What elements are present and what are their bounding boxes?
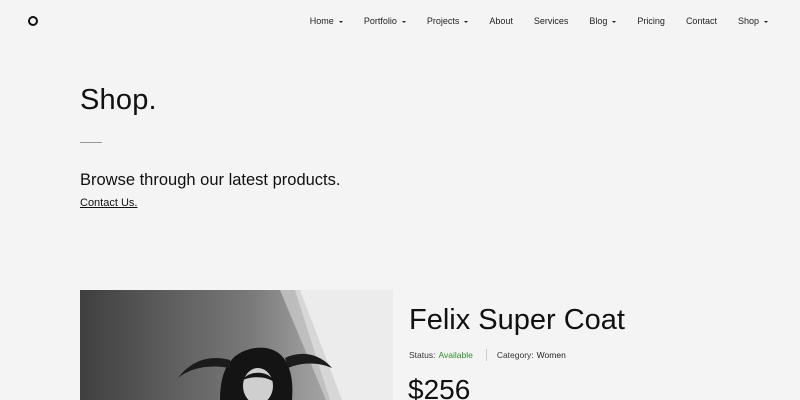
nav-item-blog[interactable]: Blog (579, 15, 627, 27)
main-nav: Home Portfolio Projects About Services B… (299, 15, 768, 27)
product-meta: Status: Available Category: Women (409, 349, 566, 361)
circle-logo-icon[interactable] (28, 16, 38, 26)
nav-item-contact[interactable]: Contact (675, 15, 727, 27)
nav-item-services[interactable]: Services (523, 15, 579, 27)
product-photo-graphic (80, 290, 393, 400)
caret-down-icon (612, 20, 617, 23)
nav-item-label: Blog (589, 16, 608, 26)
category-link[interactable]: Women (537, 350, 566, 360)
nav-item-label: Shop (737, 16, 759, 26)
nav-item-home[interactable]: Home (299, 15, 353, 27)
title-divider (80, 142, 102, 143)
nav-item-label: Services (533, 16, 569, 26)
contact-us-link[interactable]: Contact Us. (80, 197, 137, 209)
nav-item-label: Contact (685, 16, 717, 26)
caret-down-icon (338, 20, 343, 23)
nav-item-label: About (489, 16, 513, 26)
nav-item-label: Pricing (637, 16, 665, 26)
product-price: $256 (408, 374, 471, 400)
page-subtitle: Browse through our latest products. (80, 171, 341, 189)
caret-down-icon (464, 20, 469, 23)
nav-item-pricing[interactable]: Pricing (627, 15, 676, 27)
status-badge: Available (438, 350, 473, 360)
nav-item-projects[interactable]: Projects (416, 15, 479, 27)
category-label: Category: (496, 350, 534, 360)
caret-down-icon (401, 20, 406, 23)
nav-item-about[interactable]: About (479, 15, 524, 27)
nav-item-portfolio[interactable]: Portfolio (353, 15, 416, 27)
nav-item-label: Portfolio (363, 16, 397, 26)
product-image[interactable] (80, 290, 393, 400)
caret-down-icon (764, 20, 768, 23)
nav-item-label: Projects (426, 16, 460, 26)
nav-item-shop[interactable]: Shop (727, 15, 768, 27)
nav-item-label: Home (309, 16, 334, 26)
page: Home Portfolio Projects About Services B… (0, 0, 800, 400)
meta-divider (485, 349, 487, 361)
page-title: Shop. (80, 84, 157, 116)
product-title[interactable]: Felix Super Coat (409, 304, 625, 337)
status-label: Status: (409, 350, 436, 360)
